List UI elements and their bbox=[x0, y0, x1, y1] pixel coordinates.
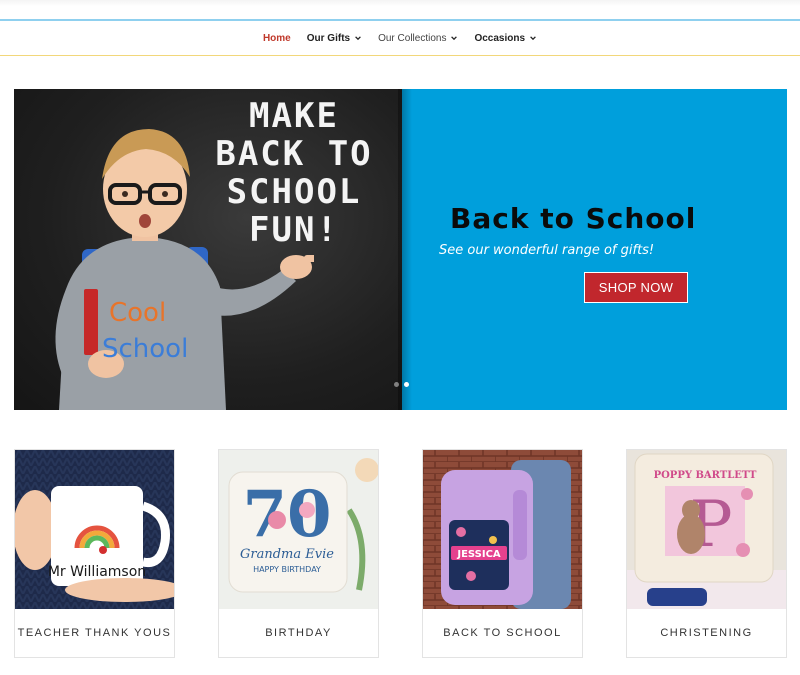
category-label: TEACHER THANK YOUS bbox=[17, 627, 172, 639]
slider-dot[interactable] bbox=[394, 382, 399, 387]
top-bar bbox=[0, 0, 800, 6]
chevron-down-icon bbox=[451, 36, 458, 41]
main-nav: Home Our Gifts Our Collections Occasions bbox=[0, 30, 800, 46]
backpack-illustration: JESSICA bbox=[423, 450, 582, 609]
hero-divider-shadow bbox=[398, 89, 412, 410]
category-birthday[interactable]: 70 Grandma Evie HAPPY BIRTHDAY BIRTHDAY bbox=[218, 449, 379, 658]
cushion-illustration: 70 Grandma Evie HAPPY BIRTHDAY bbox=[219, 450, 378, 609]
nav-our-collections-label: Our Collections bbox=[378, 32, 447, 44]
slider-dot-active[interactable] bbox=[404, 382, 409, 387]
svg-text:School: School bbox=[102, 334, 188, 364]
mug-illustration: Mr Williamson bbox=[15, 450, 174, 609]
category-image: Mr Williamson bbox=[15, 450, 174, 609]
hero-title: Back to School bbox=[450, 202, 697, 235]
nav-home[interactable]: Home bbox=[263, 30, 291, 46]
christening-cushion-illustration: POPPY BARTLETT P bbox=[627, 450, 786, 609]
boy-illustration: Cool School bbox=[55, 129, 314, 410]
cushion-number: 70 bbox=[242, 477, 331, 552]
header-divider-blue bbox=[0, 19, 800, 21]
bag-name: JESSICA bbox=[456, 549, 501, 560]
shop-now-button[interactable]: SHOP NOW bbox=[584, 272, 688, 303]
category-label: CHRISTENING bbox=[660, 627, 753, 639]
nav-our-collections[interactable]: Our Collections bbox=[378, 30, 458, 46]
cushion-name: Grandma Evie bbox=[240, 547, 334, 562]
category-image: JESSICA bbox=[423, 450, 582, 609]
nav-our-gifts-label: Our Gifts bbox=[306, 32, 351, 44]
slider-dots bbox=[394, 382, 409, 387]
category-image: POPPY BARTLETT P bbox=[627, 450, 786, 609]
category-teacher-thank-yous[interactable]: Mr Williamson TEACHER THANK YOUS bbox=[14, 449, 175, 658]
hero-photo: MAKE BACK TO SCHOOL FUN! Cool School bbox=[14, 89, 402, 410]
nav-our-gifts[interactable]: Our Gifts bbox=[307, 30, 362, 46]
hero-subtitle: See our wonderful range of gifts! bbox=[439, 243, 655, 258]
cushion-line: HAPPY BIRTHDAY bbox=[253, 565, 321, 574]
mug-text: Mr Williamson bbox=[48, 564, 146, 580]
nav-occasions[interactable]: Occasions bbox=[474, 30, 537, 46]
chevron-down-icon bbox=[530, 36, 536, 41]
cushion-title: POPPY BARTLETT bbox=[654, 470, 757, 481]
category-christening[interactable]: POPPY BARTLETT P CHRISTENING bbox=[626, 449, 787, 658]
category-label: BIRTHDAY bbox=[265, 627, 332, 639]
chevron-down-icon bbox=[355, 36, 361, 41]
svg-text:Cool: Cool bbox=[109, 298, 166, 328]
nav-home-label: Home bbox=[262, 32, 291, 44]
category-back-to-school[interactable]: JESSICA BACK TO SCHOOL bbox=[422, 449, 583, 658]
hero-slider: MAKE BACK TO SCHOOL FUN! Cool School Bac… bbox=[14, 89, 787, 410]
header-divider-yellow bbox=[0, 55, 800, 56]
category-image: 70 Grandma Evie HAPPY BIRTHDAY bbox=[219, 450, 378, 609]
category-label: BACK TO SCHOOL bbox=[443, 627, 562, 639]
nav-occasions-label: Occasions bbox=[474, 32, 526, 44]
